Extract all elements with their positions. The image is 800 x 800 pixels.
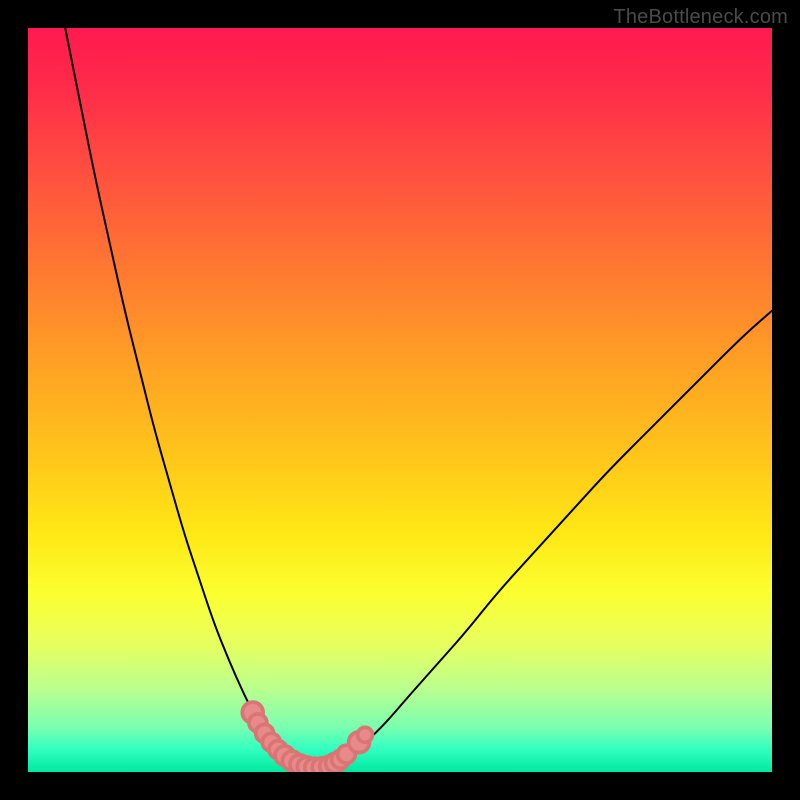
plot-area — [28, 28, 772, 772]
data-marker — [358, 727, 373, 742]
curves-group — [65, 28, 772, 769]
watermark-text: TheBottleneck.com — [613, 6, 788, 29]
chart-frame: TheBottleneck.com — [0, 0, 800, 800]
curve-overlay — [28, 28, 772, 772]
markers-group — [242, 702, 372, 772]
bottleneck-curve — [65, 28, 772, 769]
